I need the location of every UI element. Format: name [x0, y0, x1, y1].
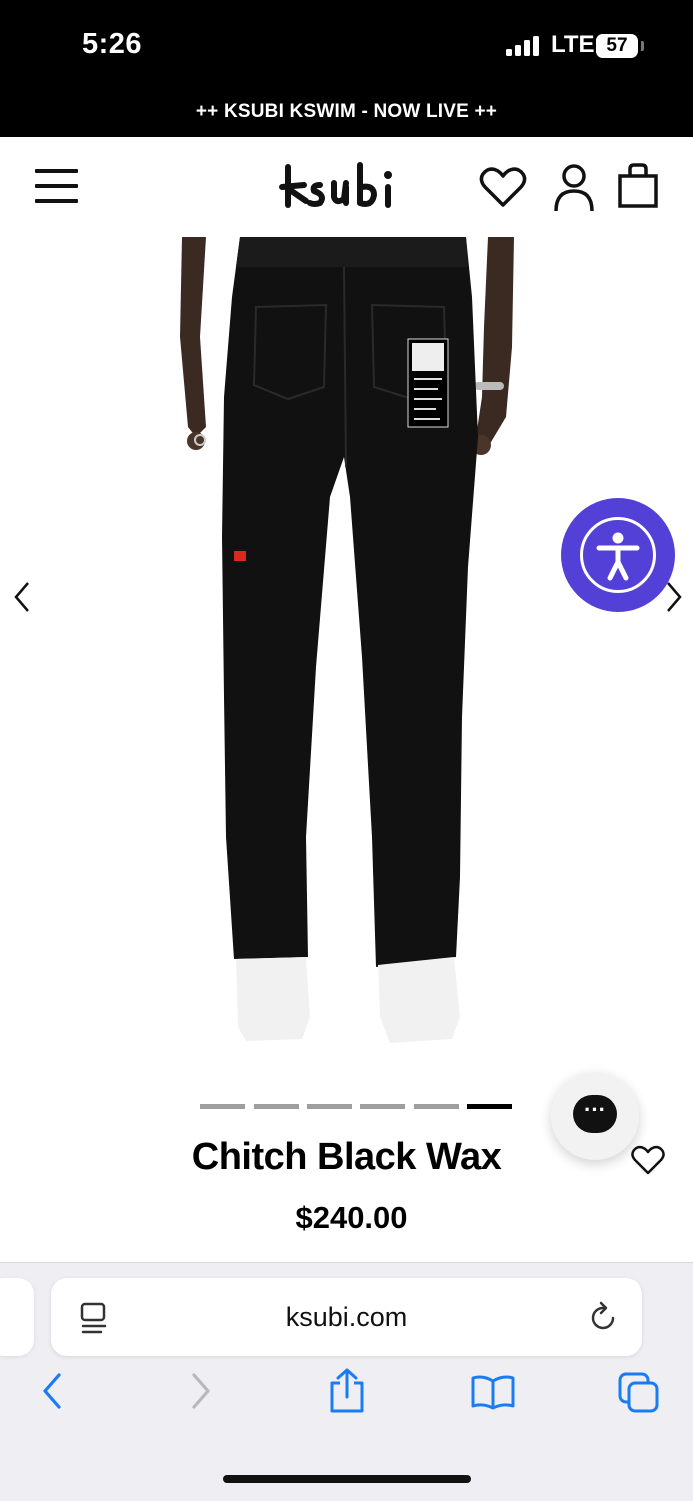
- heart-icon[interactable]: [630, 1144, 666, 1176]
- announcement-banner[interactable]: ++ KSUBI KSWIM - NOW LIVE ++: [0, 92, 693, 137]
- heart-icon[interactable]: [478, 165, 528, 209]
- url-text[interactable]: ksubi.com: [51, 1278, 642, 1356]
- network-type: LTE: [551, 31, 595, 58]
- product-title: Chitch Black Wax: [191, 1136, 502, 1178]
- pager-dot-active[interactable]: [467, 1104, 512, 1109]
- home-indicator: [223, 1475, 471, 1483]
- pager-dot[interactable]: [307, 1104, 352, 1109]
- browser-chrome: ksubi.com: [0, 1262, 693, 1501]
- previous-tab[interactable]: [0, 1278, 34, 1356]
- share-icon[interactable]: [327, 1367, 367, 1415]
- pager-dot[interactable]: [360, 1104, 405, 1109]
- bag-icon[interactable]: [615, 163, 661, 209]
- chevron-left-icon[interactable]: [8, 577, 36, 617]
- product-image[interactable]: [176, 237, 518, 1052]
- back-icon[interactable]: [38, 1371, 66, 1411]
- bookmarks-icon[interactable]: [470, 1373, 516, 1411]
- account-icon[interactable]: [552, 163, 596, 213]
- product-gallery[interactable]: [0, 237, 693, 1067]
- address-bar[interactable]: ksubi.com: [51, 1278, 642, 1356]
- tabs-icon[interactable]: [617, 1371, 661, 1415]
- battery-level: 57: [606, 35, 628, 56]
- battery-tip: [641, 41, 644, 51]
- pager-dot[interactable]: [414, 1104, 459, 1109]
- reload-icon[interactable]: [589, 1301, 619, 1333]
- accessibility-icon: [580, 517, 656, 593]
- site-header: [0, 137, 693, 237]
- status-bar: 5:26 LTE 57: [0, 0, 693, 92]
- accessibility-button[interactable]: [561, 498, 675, 612]
- menu-icon[interactable]: [35, 167, 79, 205]
- ksubi-logo[interactable]: [276, 157, 416, 217]
- pager-dot[interactable]: [254, 1104, 299, 1109]
- product-price: $240.00: [295, 1200, 408, 1235]
- battery-indicator: 57: [596, 34, 638, 58]
- browser-toolbar: [0, 1368, 693, 1431]
- signal-icon: [506, 36, 539, 56]
- pager-dot[interactable]: [200, 1104, 245, 1109]
- chat-icon: ···: [573, 1095, 617, 1133]
- status-time: 5:26: [82, 28, 143, 60]
- reader-icon[interactable]: [79, 1302, 109, 1334]
- forward-icon: [192, 1373, 210, 1409]
